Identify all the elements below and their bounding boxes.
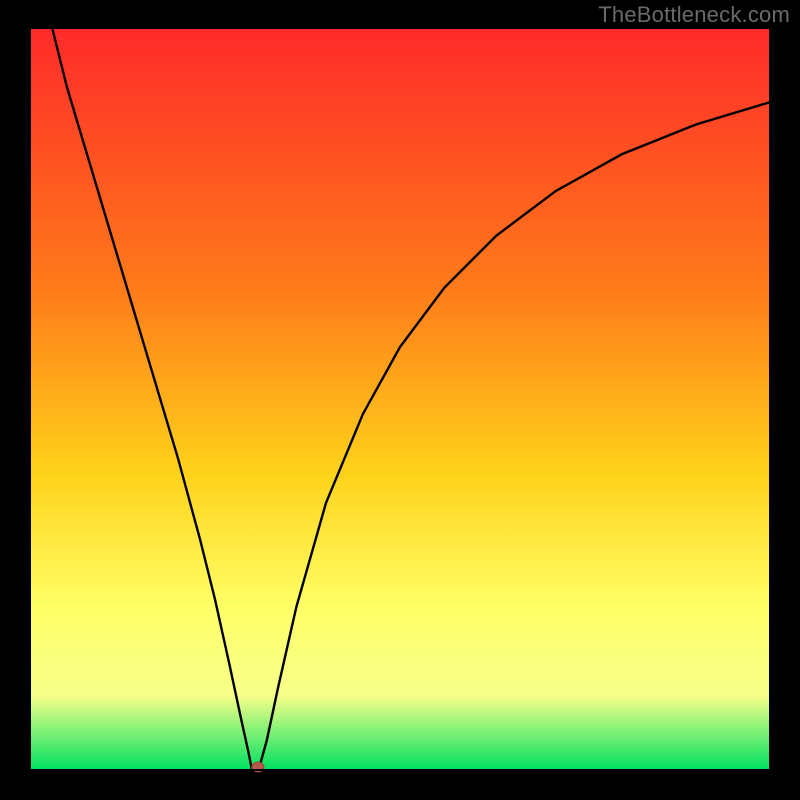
watermark-text: TheBottleneck.com [598,2,790,28]
bottleneck-chart [0,0,800,800]
chart-container: { "watermark": "TheBottleneck.com", "col… [0,0,800,800]
